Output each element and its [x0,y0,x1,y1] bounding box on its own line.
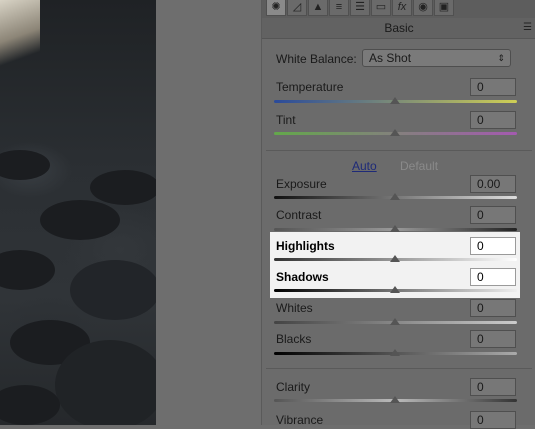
split-toning-icon[interactable]: ☰ [350,0,370,16]
presets-icon[interactable]: ▣ [434,0,454,16]
tint-value[interactable]: 0 [470,111,516,129]
vibrance-value[interactable]: 0 [470,411,516,429]
exposure-slider-thumb[interactable] [390,193,400,200]
exposure-value[interactable]: 0.00 [470,175,516,193]
tint-label: Tint [276,113,296,127]
contrast-value[interactable]: 0 [470,206,516,224]
contrast-slider-thumb[interactable] [390,225,400,232]
detail-icon[interactable]: ▲ [308,0,328,16]
exposure-label: Exposure [276,177,327,191]
default-link[interactable]: Default [400,159,438,173]
blacks-label: Blacks [276,332,312,346]
contrast-label: Contrast [276,208,322,222]
panel-menu-icon[interactable]: ☰ [523,18,532,38]
basic-panel: ✺ ◿ ▲ ≡ ☰ ▭ fx ◉ ▣ Basic ☰ White Balance… [261,0,535,429]
hsl-icon[interactable]: ≡ [329,0,349,16]
whites-slider-thumb[interactable] [390,318,400,325]
tint-slider-thumb[interactable] [390,129,400,136]
section-divider [266,368,532,369]
white-balance-value: As Shot [369,51,412,65]
highlights-value[interactable]: 0 [470,237,516,255]
select-arrows-icon: ⇕ [497,53,505,63]
fx-icon[interactable]: fx [392,0,412,16]
clarity-label: Clarity [276,380,311,394]
workspace-background [156,0,261,425]
section-divider [266,150,532,151]
camera-calibration-icon[interactable]: ◉ [413,0,433,16]
aperture-icon[interactable]: ✺ [266,0,286,16]
panel-header: Basic ☰ [262,18,535,39]
white-balance-label: White Balance: [276,52,357,66]
auto-link[interactable]: Auto [352,159,377,173]
blacks-slider-thumb[interactable] [390,349,400,356]
whites-value[interactable]: 0 [470,299,516,317]
shadows-label: Shadows [276,270,329,284]
white-balance-select[interactable]: As Shot ⇕ [362,49,511,67]
panel-title: Basic [384,21,414,35]
clarity-value[interactable]: 0 [470,378,516,396]
photo-preview [0,0,156,425]
lens-icon[interactable]: ▭ [371,0,391,16]
blacks-value[interactable]: 0 [470,330,516,348]
temperature-label: Temperature [276,80,344,94]
whites-label: Whites [276,301,313,315]
shadows-value[interactable]: 0 [470,268,516,286]
shadows-slider-thumb[interactable] [390,286,400,293]
tone-curve-icon[interactable]: ◿ [287,0,307,16]
temperature-value[interactable]: 0 [470,78,516,96]
temperature-slider-thumb[interactable] [390,97,400,104]
panel-tab-bar: ✺ ◿ ▲ ≡ ☰ ▭ fx ◉ ▣ [262,0,535,18]
highlights-slider-thumb[interactable] [390,255,400,262]
highlights-label: Highlights [276,239,335,253]
clarity-slider-thumb[interactable] [390,396,400,403]
